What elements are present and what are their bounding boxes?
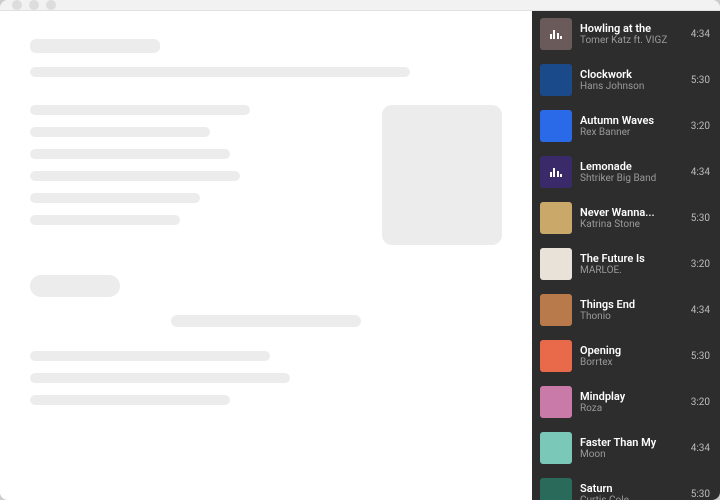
traffic-light-minimize[interactable] bbox=[29, 0, 39, 10]
track-title: Autumn Waves bbox=[580, 114, 683, 127]
track-art bbox=[540, 110, 572, 142]
track-meta: SaturnCurtis Cole bbox=[580, 482, 683, 500]
app-window: Howling at theTomer Katz ft. VIGZ 4:34 Clo… bbox=[0, 0, 720, 500]
main-body: Howling at theTomer Katz ft. VIGZ 4:34 Clo… bbox=[0, 11, 720, 500]
track-duration: 5:30 bbox=[691, 213, 710, 224]
track-duration: 3:20 bbox=[691, 121, 710, 132]
track-title: Faster Than My bbox=[580, 436, 683, 449]
track-art bbox=[540, 386, 572, 418]
content-skeleton bbox=[0, 11, 532, 500]
track-art bbox=[540, 478, 572, 500]
track-duration: 4:34 bbox=[691, 167, 710, 178]
track-title: Lemonade bbox=[580, 160, 683, 173]
track-art bbox=[540, 432, 572, 464]
track-duration: 4:34 bbox=[691, 29, 710, 40]
track-meta: Things EndThonio bbox=[580, 298, 683, 322]
track-duration: 3:20 bbox=[691, 397, 710, 408]
track-artist: Moon bbox=[580, 449, 683, 460]
track-title: Never Wanna... bbox=[580, 206, 683, 219]
track-meta: Howling at theTomer Katz ft. VIGZ bbox=[580, 22, 683, 46]
track-art bbox=[540, 248, 572, 280]
track-meta: LemonadeShtriker Big Band bbox=[580, 160, 683, 184]
track-artist: Borrtex bbox=[580, 357, 683, 368]
track-artist: MARLOE. bbox=[580, 265, 683, 276]
queue-track[interactable]: LemonadeShtriker Big Band 4:34 bbox=[532, 149, 720, 195]
queue-panel[interactable]: Howling at theTomer Katz ft. VIGZ 4:34 Clo… bbox=[532, 11, 720, 500]
track-artist: Katrina Stone bbox=[580, 219, 683, 230]
queue-track[interactable]: Autumn WavesRex Banner 3:20 bbox=[532, 103, 720, 149]
now-playing-bars-icon bbox=[550, 29, 563, 39]
traffic-light-zoom[interactable] bbox=[46, 0, 56, 10]
now-playing-bars-icon bbox=[550, 167, 563, 177]
queue-track[interactable]: ClockworkHans Johnson 5:30 bbox=[532, 57, 720, 103]
track-title: Howling at the bbox=[580, 22, 683, 35]
track-title: The Future Is bbox=[580, 252, 683, 265]
track-artist: Hans Johnson bbox=[580, 81, 683, 92]
titlebar bbox=[0, 0, 720, 11]
track-meta: Autumn WavesRex Banner bbox=[580, 114, 683, 138]
track-artist: Curtis Cole bbox=[580, 495, 683, 500]
track-art bbox=[540, 340, 572, 372]
track-art bbox=[540, 64, 572, 96]
track-art bbox=[540, 294, 572, 326]
track-meta: ClockworkHans Johnson bbox=[580, 68, 683, 92]
track-duration: 5:30 bbox=[691, 489, 710, 500]
track-artist: Tomer Katz ft. VIGZ bbox=[580, 35, 683, 46]
track-art bbox=[540, 202, 572, 234]
track-meta: MindplayRoza bbox=[580, 390, 683, 414]
queue-track[interactable]: Things EndThonio 4:34 bbox=[532, 287, 720, 333]
track-duration: 4:34 bbox=[691, 305, 710, 316]
track-duration: 3:20 bbox=[691, 259, 710, 270]
queue-track[interactable]: MindplayRoza 3:20 bbox=[532, 379, 720, 425]
track-title: Things End bbox=[580, 298, 683, 311]
queue-track[interactable]: Never Wanna...Katrina Stone 5:30 bbox=[532, 195, 720, 241]
track-artist: Roza bbox=[580, 403, 683, 414]
track-artist: Thonio bbox=[580, 311, 683, 322]
queue-track[interactable]: Faster Than MyMoon 4:34 bbox=[532, 425, 720, 471]
track-duration: 5:30 bbox=[691, 351, 710, 362]
track-meta: The Future IsMARLOE. bbox=[580, 252, 683, 276]
queue-track[interactable]: OpeningBorrtex 5:30 bbox=[532, 333, 720, 379]
track-meta: Never Wanna...Katrina Stone bbox=[580, 206, 683, 230]
track-title: Saturn bbox=[580, 482, 683, 495]
track-artist: Shtriker Big Band bbox=[580, 173, 683, 184]
track-title: Clockwork bbox=[580, 68, 683, 81]
track-meta: Faster Than MyMoon bbox=[580, 436, 683, 460]
track-artist: Rex Banner bbox=[580, 127, 683, 138]
track-duration: 5:30 bbox=[691, 75, 710, 86]
queue-track[interactable]: Howling at theTomer Katz ft. VIGZ 4:34 bbox=[532, 11, 720, 57]
track-title: Mindplay bbox=[580, 390, 683, 403]
traffic-light-close[interactable] bbox=[12, 0, 22, 10]
track-title: Opening bbox=[580, 344, 683, 357]
queue-track[interactable]: The Future IsMARLOE. 3:20 bbox=[532, 241, 720, 287]
track-meta: OpeningBorrtex bbox=[580, 344, 683, 368]
queue-track[interactable]: SaturnCurtis Cole 5:30 bbox=[532, 471, 720, 500]
track-art bbox=[540, 156, 572, 188]
track-art bbox=[540, 18, 572, 50]
track-duration: 4:34 bbox=[691, 443, 710, 454]
